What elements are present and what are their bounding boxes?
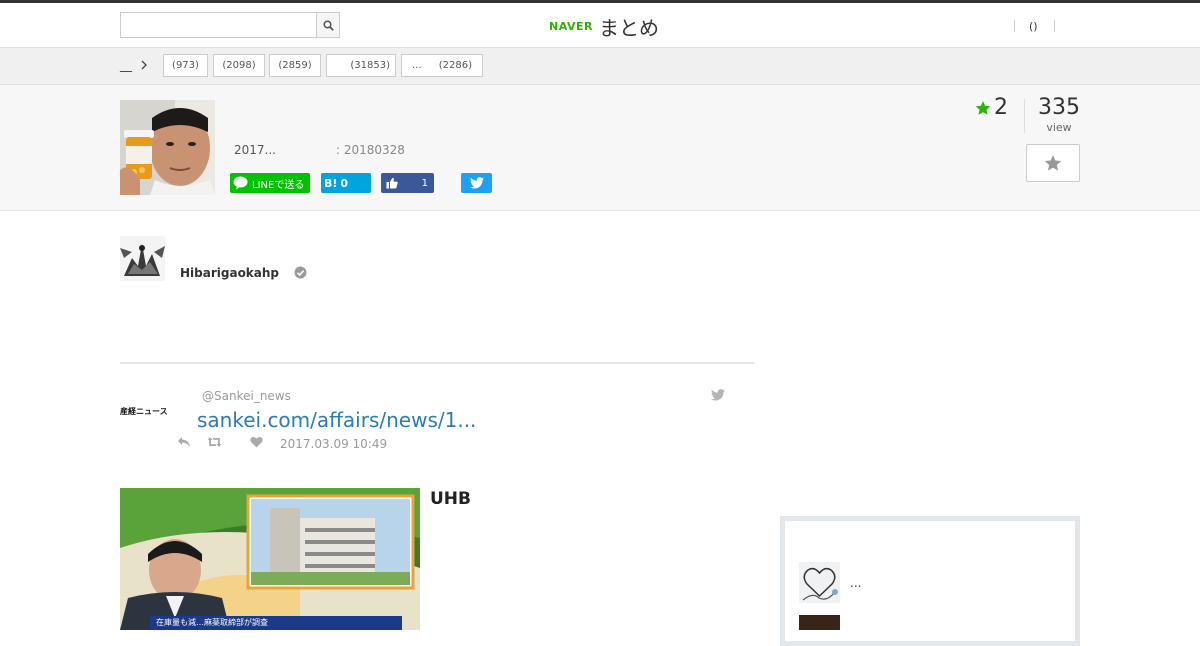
- tweet-timestamp[interactable]: 2017.03.09 10:49: [280, 437, 387, 451]
- news-video-thumbnail[interactable]: 在庫量も減…麻薬取締部が調査: [120, 488, 420, 630]
- view-count: 335 view: [1034, 95, 1084, 134]
- article-header: 2017... : 20180328 LINEで送る B! 0 1 2 335 …: [0, 85, 1200, 211]
- article-created-date: 2017...: [234, 143, 276, 157]
- search-icon: [322, 19, 334, 31]
- news-video-caption: 在庫量も減…麻薬取締部が調査: [156, 618, 268, 627]
- retweet-icon[interactable]: [207, 436, 222, 448]
- category-tag[interactable]: ... (2286): [401, 54, 483, 77]
- category-tag[interactable]: (973): [163, 54, 208, 77]
- twitter-share-button[interactable]: [461, 173, 492, 193]
- sidebar-item-thumbnail[interactable]: [799, 562, 840, 603]
- author-avatar[interactable]: [120, 236, 165, 281]
- header-divider: [1053, 20, 1055, 32]
- category-tag-label: (2859): [278, 60, 312, 71]
- article-thumbnail: [120, 100, 215, 195]
- heart-icon[interactable]: [250, 436, 263, 448]
- category-tag-count: (2286): [438, 60, 472, 71]
- category-tag-label: (31853): [350, 60, 390, 71]
- hatena-count: 0: [340, 176, 349, 190]
- tweet-account-logo[interactable]: 産経ニュース: [120, 402, 172, 422]
- line-icon: [233, 176, 248, 190]
- sidebar-item-title[interactable]: ...: [850, 576, 861, 590]
- view-count-value: 335: [1038, 95, 1080, 120]
- tweet-link[interactable]: sankei.com/affairs/news/1...: [197, 408, 476, 432]
- twitter-bird-icon: [469, 177, 484, 189]
- star-icon: [975, 100, 991, 115]
- category-bar: __ (973) (2098) (2859) (31853) ... (2286…: [0, 48, 1200, 85]
- star-icon: [1044, 155, 1062, 171]
- hatena-bookmark-button[interactable]: B! 0: [321, 173, 371, 193]
- logo-matome-text: まとめ: [598, 15, 659, 40]
- facebook-like-count: 1: [421, 177, 428, 189]
- stats-divider: [1024, 99, 1025, 133]
- thumbs-up-icon: [386, 177, 398, 189]
- search-button[interactable]: [316, 12, 340, 38]
- news-source-label[interactable]: UHB: [430, 489, 471, 509]
- line-share-button[interactable]: LINEで送る: [230, 173, 310, 193]
- section-divider: [120, 362, 754, 364]
- view-count-label: view: [1046, 121, 1072, 134]
- logo-naver-text: NAVER: [549, 19, 593, 33]
- search-input[interactable]: [120, 12, 316, 38]
- tweet-handle[interactable]: @Sankei_news: [202, 389, 291, 403]
- header-divider: [1014, 20, 1015, 32]
- site-header: NAVER まとめ (): [0, 3, 1200, 48]
- author-name[interactable]: Hibarigaokahp: [180, 266, 279, 280]
- hatena-label: B!: [324, 176, 338, 190]
- reply-icon[interactable]: [177, 436, 191, 448]
- naver-matome-logo[interactable]: NAVER まとめ: [549, 11, 659, 41]
- chevron-right-icon: [141, 60, 147, 70]
- category-tag[interactable]: (2098): [213, 54, 265, 77]
- tweet-account-logo-text: 産経ニュース: [120, 407, 168, 416]
- line-share-label: LINEで送る: [252, 179, 305, 191]
- article-updated-date: : 20180328: [336, 143, 405, 157]
- sidebar-item-thumbnail[interactable]: [799, 615, 840, 630]
- category-tag[interactable]: (2859): [269, 54, 321, 77]
- twitter-bird-icon[interactable]: [711, 389, 725, 401]
- verified-badge-icon: [294, 266, 307, 279]
- category-tag-label: (973): [172, 60, 199, 71]
- header-user-link[interactable]: (): [1029, 20, 1038, 33]
- add-favorite-button[interactable]: [1026, 144, 1080, 182]
- category-tag-label: ...: [412, 60, 422, 71]
- breadcrumb-home[interactable]: __: [120, 58, 132, 72]
- category-tag[interactable]: (31853): [326, 54, 396, 77]
- favorite-count-value: 2: [994, 95, 1008, 120]
- facebook-like-button[interactable]: 1: [381, 173, 434, 193]
- header-user-menu: (): [1014, 17, 1055, 35]
- favorite-count: 2: [975, 95, 1008, 120]
- category-tag-label: (2098): [222, 60, 256, 71]
- tweet-actions: [177, 436, 263, 448]
